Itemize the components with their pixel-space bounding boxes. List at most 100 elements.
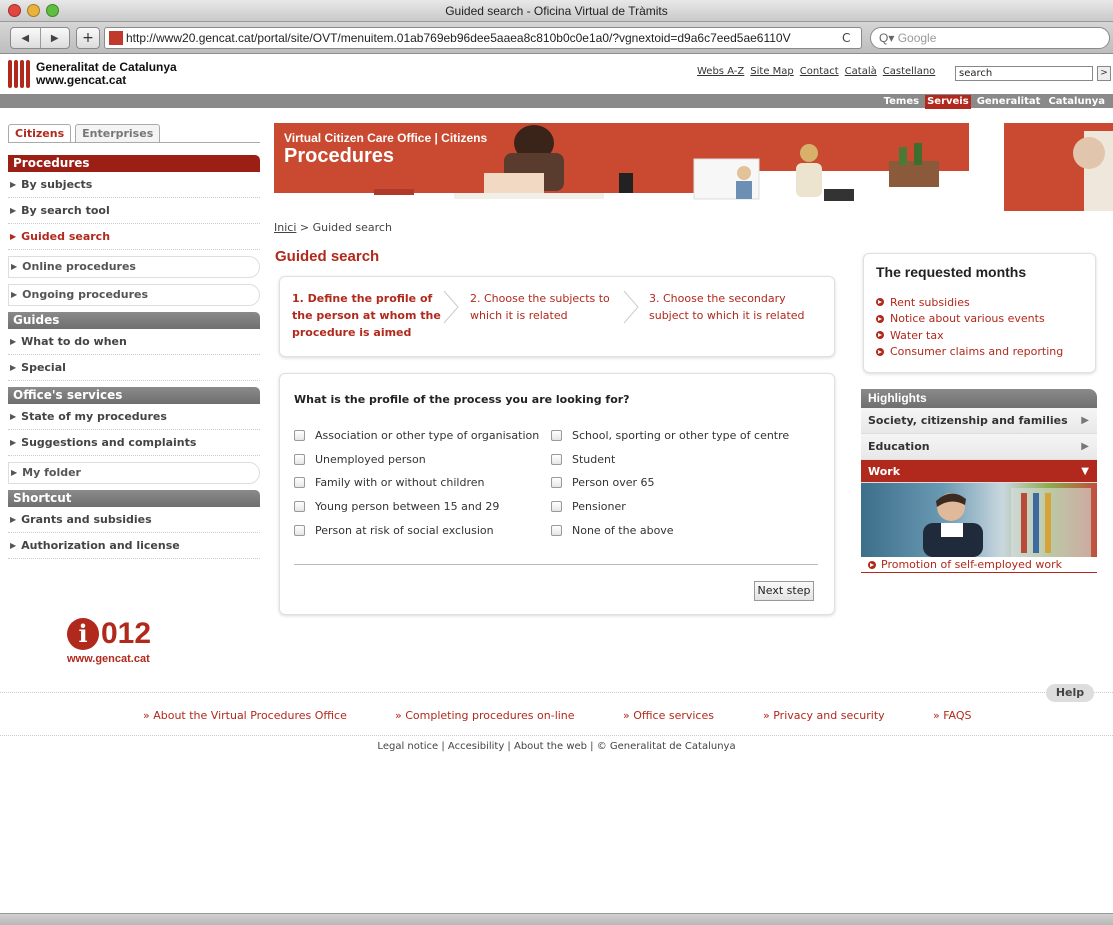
breadcrumb-sep: > [299, 221, 310, 234]
footer-link-completing[interactable]: » Completing procedures on-line [395, 709, 575, 722]
sidebar-item-guided-search[interactable]: ▶ Guided search [8, 224, 260, 250]
sidebar-item-label: By subjects [21, 177, 93, 191]
option-student[interactable]: Student [551, 453, 615, 466]
next-step-button[interactable]: Next step [754, 581, 814, 601]
option-school[interactable]: School, sporting or other type of centre [551, 429, 789, 442]
breadcrumb-current: Guided search [312, 221, 392, 234]
option-association[interactable]: Association or other type of organisatio… [294, 429, 539, 442]
sidebar-item-label: Guided search [21, 229, 111, 243]
footer-link-office[interactable]: » Office services [623, 709, 714, 722]
footer-link-about[interactable]: » About the Virtual Procedures Office [143, 709, 347, 722]
checkbox[interactable] [551, 430, 562, 441]
tab-citizens[interactable]: Citizens [8, 124, 72, 142]
months-title: The requested months [876, 264, 1027, 280]
add-bookmark-button[interactable]: + [76, 27, 100, 49]
checkbox[interactable] [294, 525, 305, 536]
sidebar-item-online-procedures[interactable]: ▶ Online procedures [8, 256, 260, 278]
months-item-label: Consumer claims and reporting [890, 345, 1064, 359]
checkbox[interactable] [551, 501, 562, 512]
months-item-water[interactable]: Water tax [876, 327, 1063, 344]
sidebar-item-my-folder[interactable]: ▶ My folder [8, 462, 260, 484]
bullet-arrow-icon [876, 331, 884, 340]
site-logo[interactable]: Generalitat de Catalunya www.gencat.cat [8, 60, 177, 88]
months-item-label: Rent subsidies [890, 295, 970, 309]
sidebar-item-authorization[interactable]: ▶ Authorization and license [8, 533, 260, 559]
nav-temes[interactable]: Temes [882, 95, 921, 109]
banner-illustration [374, 125, 1113, 211]
arrow-right-icon: ▶ [1081, 441, 1089, 452]
triangle-right-icon: ▶ [10, 362, 17, 372]
audience-tabs: Citizens Enterprises [8, 124, 260, 143]
link-webs-az[interactable]: Webs A-Z [697, 66, 744, 77]
checkbox[interactable] [294, 501, 305, 512]
top-links: Webs A-Z Site Map Contact Català Castell… [697, 66, 935, 77]
page-banner: Virtual Citizen Care Office | Citizens P… [274, 123, 1113, 211]
link-self-employed[interactable]: Promotion of self-employed work [861, 557, 1097, 573]
footer-link-privacy[interactable]: » Privacy and security [763, 709, 885, 722]
triangle-right-icon: ▶ [11, 290, 18, 299]
sidebar-item-by-search-tool[interactable]: ▶ By search tool [8, 198, 260, 224]
steps-panel: 1. Define the profile of the person at w… [279, 276, 835, 357]
favicon-icon [109, 31, 123, 45]
sidebar-item-suggestions[interactable]: ▶ Suggestions and complaints [8, 430, 260, 456]
work-photo[interactable] [861, 483, 1097, 557]
highlight-education[interactable]: Education ▶ [861, 434, 1097, 460]
checkbox[interactable] [294, 477, 305, 488]
help-button[interactable]: Help [1046, 684, 1094, 702]
nav-buttons: ◀ ▶ [10, 27, 70, 49]
option-over-65[interactable]: Person over 65 [551, 476, 654, 489]
option-young-person[interactable]: Young person between 15 and 29 [294, 500, 499, 513]
sidebar-item-ongoing-procedures[interactable]: ▶ Ongoing procedures [8, 284, 260, 306]
sidebar-item-state-of-procedures[interactable]: ▶ State of my procedures [8, 404, 260, 430]
site-search-input[interactable]: search [955, 66, 1093, 81]
browser-search-field[interactable]: Q▾ Google [870, 27, 1110, 49]
option-unemployed[interactable]: Unemployed person [294, 453, 426, 466]
nav-catalunya[interactable]: Catalunya [1046, 95, 1107, 109]
legal-links[interactable]: Legal notice | Accesibility | About the … [0, 741, 1113, 752]
sidebar-item-what-to-do-when[interactable]: ▶ What to do when [8, 329, 260, 355]
url-bar[interactable]: http://www20.gencat.cat/portal/site/OVT/… [104, 27, 862, 49]
highlight-label: Education [868, 440, 930, 453]
checkbox[interactable] [294, 454, 305, 465]
link-label: Promotion of self-employed work [881, 558, 1062, 571]
link-catala[interactable]: Català [845, 66, 877, 77]
highlight-work[interactable]: Work ▼ [861, 460, 1097, 483]
footer-divider [0, 692, 1113, 693]
checkbox[interactable] [294, 430, 305, 441]
nav-generalitat[interactable]: Generalitat [975, 95, 1043, 109]
nav-serveis[interactable]: Serveis [925, 95, 971, 109]
window-title: Guided search - Oficina Virtual de Tràmi… [445, 4, 668, 18]
triangle-right-icon: ▶ [10, 205, 17, 215]
checkbox[interactable] [551, 477, 562, 488]
option-social-exclusion[interactable]: Person at risk of social exclusion [294, 524, 494, 537]
option-pensioner[interactable]: Pensioner [551, 500, 626, 513]
reload-button[interactable]: C [842, 31, 850, 45]
months-item-events[interactable]: Notice about various events [876, 311, 1063, 328]
back-button[interactable]: ◀ [11, 28, 40, 48]
highlight-society[interactable]: Society, citizenship and families ▶ [861, 408, 1097, 434]
sidebar-item-grants[interactable]: ▶ Grants and subsidies [8, 507, 260, 533]
bullet-arrow-icon [876, 347, 884, 356]
browser-toolbar: ◀ ▶ + http://www20.gencat.cat/portal/sit… [0, 22, 1113, 54]
triangle-right-icon: ▶ [10, 179, 17, 189]
sidebar: Citizens Enterprises Procedures ▶ By subj… [8, 124, 260, 559]
breadcrumb-home[interactable]: Inici [274, 221, 296, 234]
link-contact[interactable]: Contact [800, 66, 839, 77]
tab-enterprises[interactable]: Enterprises [75, 124, 161, 142]
checkbox[interactable] [551, 454, 562, 465]
checkbox[interactable] [551, 525, 562, 536]
link-castellano[interactable]: Castellano [883, 66, 936, 77]
option-none[interactable]: None of the above [551, 524, 674, 537]
sidebar-item-label: What to do when [21, 334, 127, 348]
option-family[interactable]: Family with or without children [294, 476, 484, 489]
months-item-consumer[interactable]: Consumer claims and reporting [876, 344, 1063, 361]
footer-link-faqs[interactable]: » FAQS [933, 709, 972, 722]
sidebar-item-by-subjects[interactable]: ▶ By subjects [8, 172, 260, 198]
sidebar-item-special[interactable]: ▶ Special [8, 355, 260, 381]
sidebar-item-label: Ongoing procedures [22, 288, 149, 301]
site-search-button[interactable]: > [1097, 66, 1111, 81]
months-item-rent[interactable]: Rent subsidies [876, 294, 1063, 311]
link-site-map[interactable]: Site Map [750, 66, 793, 77]
option-label: None of the above [572, 524, 674, 537]
forward-button[interactable]: ▶ [39, 28, 70, 48]
